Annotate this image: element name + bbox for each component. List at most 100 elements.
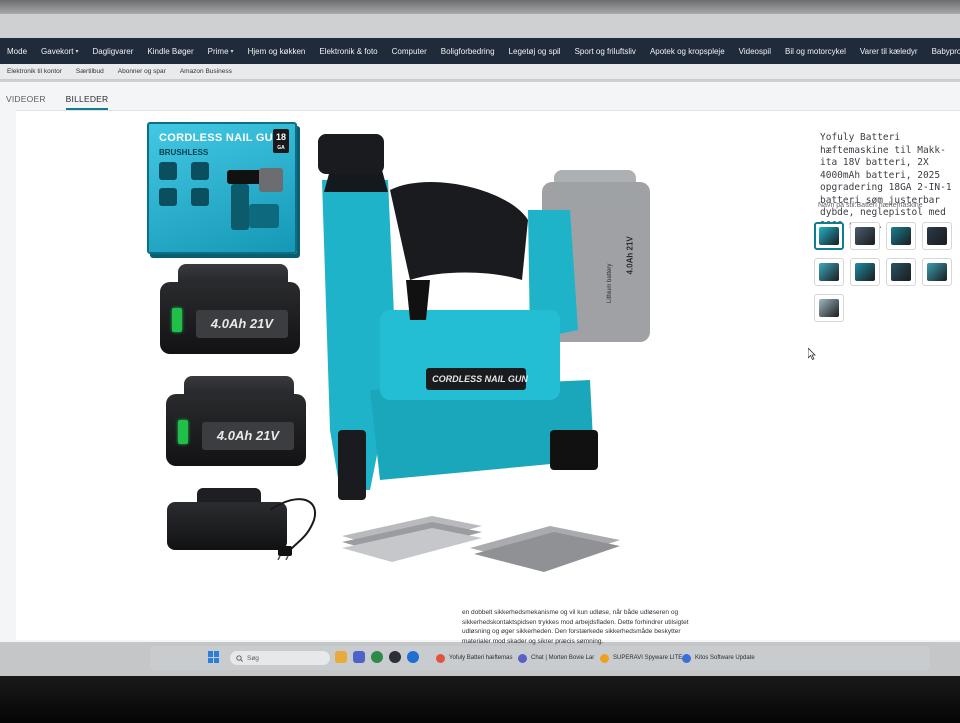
app-icon[interactable] (371, 651, 383, 663)
subnav-item[interactable]: Særtilbud (69, 68, 111, 75)
product-thumbnail[interactable] (886, 222, 916, 250)
nav-item[interactable]: Kindle Bøger (140, 47, 200, 56)
nav-item[interactable]: Gavekort ▾ (34, 47, 85, 56)
feature-icon (191, 188, 209, 206)
chevron-down-icon: ▾ (75, 48, 79, 55)
nav-item-label: Hjem og køkken (247, 46, 306, 56)
app-icon[interactable] (389, 651, 401, 663)
app-icon (600, 653, 609, 663)
nav-item[interactable]: Dagligvarer (86, 47, 141, 56)
product-thumbnail[interactable] (814, 294, 844, 322)
nav-item-label: Boligforbedring (440, 46, 495, 56)
taskbar-app[interactable]: Yofuly Batteri hæftemas (432, 650, 516, 666)
product-title: Yofuly Batteri hæftemaskine til Makk-ita… (820, 132, 952, 231)
thumbnail-image (855, 263, 875, 281)
nav-item[interactable]: Varer til kæledyr (853, 47, 925, 56)
product-thumbnail[interactable] (814, 222, 844, 250)
gauge-badge: 18 GA (273, 129, 289, 153)
file-explorer-icon[interactable] (335, 651, 347, 663)
nav-item-label: Bil og motorcykel (784, 46, 846, 56)
nav-item[interactable]: Sport og friluftsliv (568, 47, 643, 56)
battery-label: 4.0Ah 21V (196, 310, 288, 338)
taskbar-app[interactable]: Kitos Software Update (678, 650, 759, 666)
nav-item-label: Videospil (738, 46, 771, 56)
nav-item[interactable]: Hjem og køkken (241, 47, 313, 56)
product-thumbnail[interactable] (922, 258, 952, 286)
nav-item[interactable]: Bil og motorcykel (778, 47, 853, 56)
product-thumbnail[interactable] (886, 258, 916, 286)
nav-item[interactable]: Videospil (732, 47, 778, 56)
app-icon[interactable] (407, 651, 419, 663)
subnav-item[interactable]: Amazon Business (173, 68, 239, 75)
app-icon[interactable] (353, 651, 365, 663)
gun-label: CORDLESS NAIL GUN (432, 374, 528, 384)
product-thumbnail[interactable] (814, 258, 844, 286)
battery-led-indicator (178, 420, 188, 444)
taskbar-app[interactable]: SUPERAVI Spyware LITE (596, 650, 686, 666)
tab-images[interactable]: BILLEDER (65, 94, 109, 110)
thumbnail-image (891, 227, 911, 245)
charger-body (167, 502, 287, 550)
main-product-image[interactable]: CORDLESS NAIL GUN BRUSHLESS 18 GA 4.0Ah … (140, 120, 660, 590)
feature-icon (191, 162, 209, 180)
app-icon (436, 653, 445, 663)
product-thumbnail[interactable] (850, 222, 880, 250)
tab-videos[interactable]: VIDEOER (6, 94, 46, 110)
nav-item-label: Mode (7, 46, 28, 56)
thumbnail-image (819, 299, 839, 317)
box-feature-icons (159, 162, 211, 206)
nav-item-label: Varer til kæledyr (859, 46, 918, 56)
feature-icon (159, 188, 177, 206)
windows-start-icon[interactable] (208, 651, 220, 663)
feature-icon (159, 162, 177, 180)
nav-item[interactable]: Mode (0, 47, 34, 56)
sub-nav: Elektronik til kontor Særtilbud Abonner og… (0, 64, 960, 80)
category-nav: Mode Gavekort ▾ Dagligvarer Kindle Bøger Prim… (0, 38, 960, 64)
nail-strips (342, 516, 482, 562)
nav-item[interactable]: Elektronik & foto (312, 47, 384, 56)
product-description-snippet: en dobbelt sikkerhedsmekanisme og vil ku… (462, 609, 689, 645)
nav-item-label: Dagligvarer (92, 46, 134, 56)
subnav-item[interactable]: Elektronik til kontor (0, 68, 69, 75)
nav-item[interactable]: Boligforbedring (434, 47, 502, 56)
nav-item-label: Elektronik & foto (319, 46, 378, 56)
nav-item-label: Gavekort (41, 46, 74, 56)
taskbar-search[interactable]: Søg (230, 651, 330, 665)
chevron-down-icon: ▾ (230, 48, 234, 55)
gauge-badge-unit: GA (277, 145, 285, 151)
taskbar-app-label: Kitos Software Update (695, 655, 755, 661)
nav-item[interactable]: Legetøj og spil (502, 47, 568, 56)
battery-charger (167, 488, 287, 550)
search-placeholder: Søg (247, 654, 259, 662)
monitor-screen: Mode Gavekort ▾ Dagligvarer Kindle Bøger Prim… (0, 0, 960, 723)
nav-item[interactable]: Prime ▾ (201, 47, 241, 56)
nav-item-label: Kindle Bøger (147, 46, 194, 56)
nav-item-label: Apotek og kropspleje (649, 46, 725, 56)
taskbar-app-label: SUPERAVI Spyware LITE (613, 655, 683, 661)
thumbnail-image (855, 227, 875, 245)
nav-item-label: Prime (207, 46, 229, 56)
back-battery-label: 4.0Ah 21V (625, 236, 635, 275)
battery-led-indicator (172, 308, 182, 332)
taskbar-app-label: Yofuly Batteri hæftemas (449, 655, 513, 661)
staple-strips (470, 526, 620, 572)
nav-item-label: Babyprodukter (931, 46, 960, 56)
taskbar-app-label: Chat | Morten Bovie Lar (531, 655, 595, 661)
subnav-item[interactable]: Abonner og spar (111, 68, 173, 75)
product-box-image: CORDLESS NAIL GUN BRUSHLESS 18 GA (147, 122, 297, 254)
nav-item[interactable]: Babyprodukter (925, 47, 960, 56)
product-thumbnail[interactable] (850, 258, 880, 286)
monitor-bezel-top (0, 0, 960, 14)
app-icon (682, 653, 691, 663)
taskbar-pinned-icons (335, 651, 419, 663)
taskbar-app[interactable]: Chat | Morten Bovie Lar (514, 650, 598, 666)
nav-item[interactable]: Computer (385, 47, 434, 56)
product-thumbnail[interactable] (922, 222, 952, 250)
nail-gun-image (318, 134, 650, 500)
nav-item-label: Legetøj og spil (508, 46, 561, 56)
thumbnail-image (819, 227, 839, 245)
nav-item-label: Sport og friluftsliv (574, 46, 636, 56)
nav-item[interactable]: Apotek og kropspleje (643, 47, 732, 56)
windows-taskbar: Søg Yofuly Batteri hæftemas Chat | Morten… (150, 646, 930, 670)
back-battery-sublabel: Lithium battery (607, 263, 613, 303)
